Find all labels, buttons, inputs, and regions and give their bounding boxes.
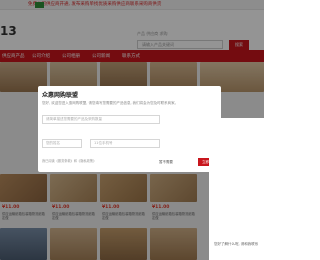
modal-title: 众惠网购联盟 [42,92,79,99]
modal-subtitle: 您好, 欢迎您进入惠网购联盟, 请您填写您需要的产品信息, 我们将会为您及时联系… [42,101,179,105]
cancel-button[interactable]: 暂不需要 [155,158,177,166]
inquiry-modal: 众惠网购联盟 您好, 欢迎您进入惠网购联盟, 请您填写您需要的产品信息, 我们将… [38,86,221,172]
chat-panel: 您好了解什么呢, 请和我联系 [209,118,264,260]
product-need-field[interactable]: 请简单描述您需要的产品及采购数量 [42,115,160,124]
chat-greeting[interactable]: 您好了解什么呢, 请和我联系 [214,242,258,247]
terms-agreement[interactable]: 我已阅读《服务条款》和《隐私政策》 [42,158,96,163]
phone-field[interactable]: 11位手机号 [90,139,160,148]
name-field[interactable]: 您的姓名 [42,139,82,148]
